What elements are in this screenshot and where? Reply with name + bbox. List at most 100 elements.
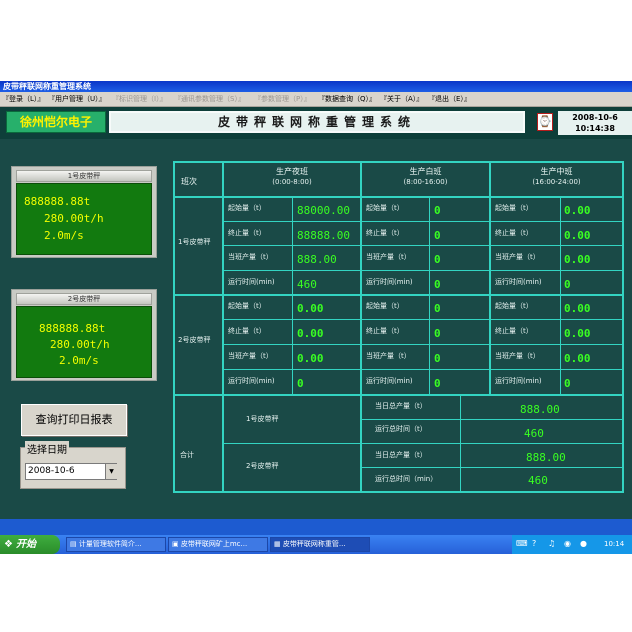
value-cell: 0.00 [564, 352, 591, 365]
row-label: 终止量（t） [495, 327, 533, 335]
value-cell: 888.00 [297, 253, 337, 266]
value-cell: 88888.00 [297, 229, 350, 242]
value-cell: 0 [564, 278, 571, 291]
system-title: 皮带秤联网称重管理系统 [109, 111, 525, 133]
window-title-bar[interactable]: 皮带秤联网称重管理系统 [0, 81, 632, 92]
volume-icon[interactable]: ♫ [548, 539, 555, 548]
network-icon[interactable]: ◉ [564, 539, 571, 548]
total-label: 合计 [180, 451, 194, 459]
app-icon: ▦ [274, 540, 283, 548]
start-label: 开始 [15, 539, 36, 550]
total-scale-2-day-output: 888.00 [526, 451, 566, 464]
menu-about[interactable]: 『关于（A）』 [380, 92, 423, 106]
runtime-label: 运行总时间（min） [375, 475, 438, 483]
query-print-report-button[interactable]: 查询打印日报表 [21, 404, 127, 436]
scale-2-display: 888888.88t 280.00t/h 2.0m/s [16, 306, 152, 378]
taskbar-item[interactable]: ▣ 皮带秤联网矿上mc... [168, 537, 268, 552]
menu-comm-params[interactable]: 『通讯参数管理（S）』 [174, 92, 245, 106]
chevron-down-icon[interactable]: ▼ [105, 464, 117, 479]
row-label: 当班产量（t） [495, 352, 540, 360]
current-time: 10:14:38 [575, 124, 615, 133]
value-cell: 460 [297, 278, 317, 291]
value-cell: 0.00 [297, 302, 324, 315]
value-cell: 0 [434, 204, 441, 217]
menu-data-query[interactable]: 『数据查询（Q）』 [318, 92, 376, 106]
row-label: 运行时间(min) [495, 377, 542, 385]
shift-middle-name: 生产中班 [540, 167, 573, 176]
scale-2-panel: 2号皮带秤 888888.88t 280.00t/h 2.0m/s [11, 289, 157, 381]
shift-middle-time: (16:00-24:00) [532, 178, 581, 186]
status-bar [0, 519, 632, 535]
value-cell: 88000.00 [297, 204, 350, 217]
scale-1-panel: 1号皮带秤 888888.88t 280.00t/h 2.0m/s [11, 166, 157, 258]
row-label: 当班产量（t） [228, 253, 273, 261]
scale-1-flow: 280.00t/h [44, 212, 104, 225]
row-label: 终止量（t） [366, 229, 404, 237]
row-label: 运行时间(min) [366, 377, 413, 385]
scale-1-total: 888888.88t [24, 195, 91, 208]
keyboard-icon[interactable]: ⌨ [516, 539, 528, 548]
row-label: 运行时间(min) [366, 278, 413, 286]
value-cell: 0.00 [564, 302, 591, 315]
current-date: 2008-10-6 [572, 113, 618, 122]
row-label: 当班产量（t） [495, 253, 540, 261]
total-scale-1-day-output: 888.00 [520, 403, 560, 416]
menu-login[interactable]: 『登录（L）』 [2, 92, 44, 106]
value-cell: 0 [434, 377, 441, 390]
menu-user-management[interactable]: 『用户管理（U）』 [48, 92, 106, 106]
word-doc-icon: ▤ [70, 540, 79, 548]
value-cell: 0 [434, 278, 441, 291]
menu-bar: 『登录（L）』 『用户管理（U）』 『标识管理（I）』 『通讯参数管理（S）』 … [0, 92, 632, 107]
value-cell: 0 [434, 253, 441, 266]
company-logo: 徐州恺尔电子 [6, 111, 106, 133]
taskbar-item-label: 皮带秤联网矿上mc... [180, 540, 248, 548]
scale-1-speed: 2.0m/s [44, 229, 84, 242]
datetime-display: 2008-10-6 10:14:38 [558, 111, 632, 135]
total-scale-1-label: 1号皮带秤 [246, 415, 279, 423]
row-label: 起始量（t） [495, 302, 533, 310]
menu-identity-management[interactable]: 『标识管理（I）』 [112, 92, 167, 106]
scale-1-title: 1号皮带秤 [16, 170, 152, 182]
taskbar-item-label: 皮带秤联网称重管... [282, 540, 346, 548]
taskbar-item[interactable]: ▤ 计量管理软件简介... [66, 537, 166, 552]
value-cell: 0 [434, 352, 441, 365]
value-cell: 0.00 [297, 327, 324, 340]
row-label: 起始量（t） [366, 204, 404, 212]
value-cell: 0 [434, 229, 441, 242]
antivirus-icon[interactable]: ● [580, 539, 587, 548]
tray-clock[interactable]: 10:14 [604, 535, 624, 554]
value-cell: 0.00 [564, 229, 591, 242]
row-label: 当班产量（t） [366, 352, 411, 360]
folder-icon: ▣ [172, 540, 181, 548]
value-cell: 0.00 [297, 352, 324, 365]
date-legend: 选择日期 [25, 441, 69, 456]
windows-logo-icon: ❖ [4, 539, 13, 550]
day-output-label: 当日总产量（t） [375, 402, 427, 410]
value-cell: 0.00 [564, 253, 591, 266]
taskbar-item-label: 计量管理软件简介... [78, 540, 142, 548]
start-button[interactable]: ❖ 开始 [0, 535, 60, 554]
row-label: 运行时间(min) [495, 278, 542, 286]
total-scale-2-label: 2号皮带秤 [246, 462, 279, 470]
taskbar-item-active[interactable]: ▦ 皮带秤联网称重管... [270, 537, 370, 552]
row-label: 起始量（t） [228, 204, 266, 212]
row-label: 当班产量（t） [366, 253, 411, 261]
scale-2-total: 888888.88t [39, 322, 106, 335]
row-label: 终止量（t） [366, 327, 404, 335]
date-select[interactable]: 2008-10-6 [25, 463, 117, 480]
value-cell: 0 [434, 327, 441, 340]
row-label: 运行时间(min) [228, 377, 275, 385]
row-label: 起始量（t） [366, 302, 404, 310]
scale-2-title: 2号皮带秤 [16, 293, 152, 305]
menu-params[interactable]: 『参数管理（P）』 [254, 92, 311, 106]
menu-exit[interactable]: 『退出（E）』 [428, 92, 471, 106]
value-cell: 0 [297, 377, 304, 390]
row-label: 终止量（t） [228, 327, 266, 335]
shift-night-name: 生产夜班 [276, 167, 308, 176]
value-cell: 0 [434, 302, 441, 315]
value-cell: 0.00 [564, 204, 591, 217]
shift-day-name: 生产白班 [409, 167, 442, 176]
help-icon[interactable]: ? [532, 539, 536, 548]
scale-2-speed: 2.0m/s [59, 354, 99, 367]
row-label: 当班产量（t） [228, 352, 273, 360]
